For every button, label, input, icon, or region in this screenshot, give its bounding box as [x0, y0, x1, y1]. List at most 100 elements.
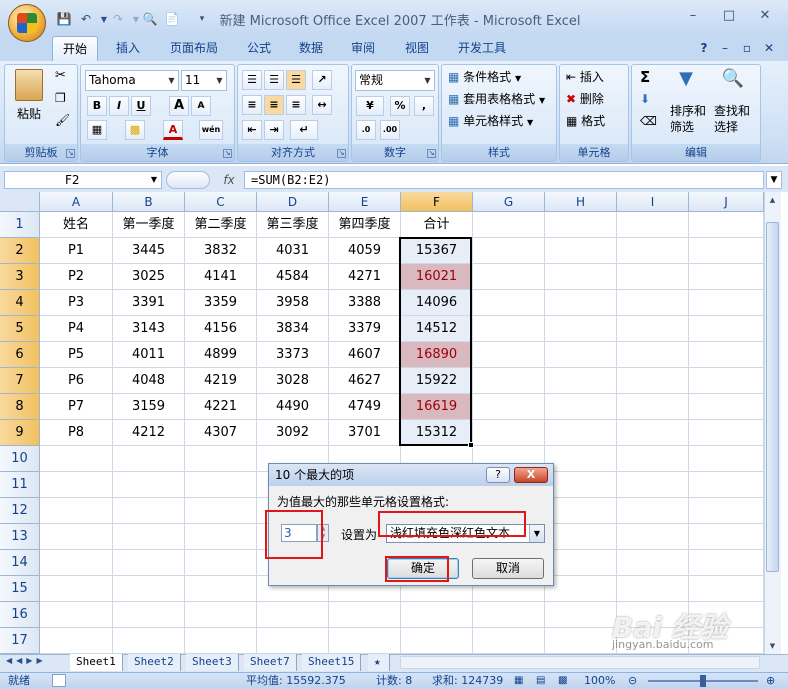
table-cell[interactable]: 14096: [401, 290, 473, 316]
row-header[interactable]: 11: [0, 472, 40, 498]
empty-cell[interactable]: [329, 602, 401, 628]
name-box[interactable]: F2 ▼: [4, 171, 162, 189]
table-cell[interactable]: 3701: [329, 420, 401, 446]
format-painter-icon[interactable]: 🖌: [55, 111, 70, 129]
ribbon-minimize-icon[interactable]: –: [716, 36, 734, 62]
empty-cell[interactable]: [40, 628, 113, 654]
undo-icon[interactable]: ↶: [78, 12, 94, 27]
empty-cell[interactable]: [185, 446, 257, 472]
table-cell[interactable]: 4059: [329, 238, 401, 264]
empty-cell[interactable]: [545, 420, 617, 446]
table-cell[interactable]: 3391: [113, 290, 185, 316]
empty-cell[interactable]: [689, 238, 764, 264]
expand-formula-icon[interactable]: ▼: [766, 171, 782, 189]
empty-cell[interactable]: [689, 342, 764, 368]
scroll-down-icon[interactable]: ▼: [766, 640, 779, 652]
table-cell[interactable]: 4584: [257, 264, 329, 290]
table-cell[interactable]: 4627: [329, 368, 401, 394]
wrap-text-icon[interactable]: ↵: [290, 120, 318, 140]
column-header[interactable]: C: [185, 192, 257, 212]
empty-cell[interactable]: [401, 628, 473, 654]
dialog-close-button[interactable]: X: [514, 467, 548, 483]
empty-cell[interactable]: [689, 550, 764, 576]
table-cell[interactable]: 4031: [257, 238, 329, 264]
column-header[interactable]: E: [329, 192, 401, 212]
empty-cell[interactable]: [545, 264, 617, 290]
empty-cell[interactable]: [473, 602, 545, 628]
empty-cell[interactable]: [473, 264, 545, 290]
empty-cell[interactable]: [689, 420, 764, 446]
chevron-down-icon[interactable]: ▼: [529, 525, 544, 542]
empty-cell[interactable]: [473, 368, 545, 394]
empty-cell[interactable]: [40, 576, 113, 602]
fill-icon[interactable]: ⬇: [640, 90, 650, 108]
row-header[interactable]: 15: [0, 576, 40, 602]
phonetic-button[interactable]: wén: [199, 120, 223, 140]
tab-data[interactable]: 数据: [288, 36, 334, 62]
empty-cell[interactable]: [617, 238, 689, 264]
table-cell[interactable]: 3028: [257, 368, 329, 394]
ribbon-close-icon[interactable]: ✕: [760, 36, 778, 62]
empty-cell[interactable]: [40, 602, 113, 628]
minimize-icon[interactable]: –: [684, 8, 702, 24]
empty-cell[interactable]: [113, 602, 185, 628]
table-cell[interactable]: 姓名: [40, 212, 113, 238]
chevron-down-icon[interactable]: ▼: [151, 172, 157, 188]
row-header[interactable]: 16: [0, 602, 40, 628]
empty-cell[interactable]: [617, 342, 689, 368]
tab-home[interactable]: 开始: [52, 36, 98, 62]
empty-cell[interactable]: [617, 446, 689, 472]
save-icon[interactable]: 💾: [56, 12, 72, 27]
orientation-icon[interactable]: ↗: [312, 70, 332, 90]
row-header[interactable]: 8: [0, 394, 40, 420]
clear-icon[interactable]: ⌫: [640, 112, 657, 130]
decrease-indent-icon[interactable]: ⇤: [242, 120, 262, 140]
empty-cell[interactable]: [689, 264, 764, 290]
empty-cell[interactable]: [113, 472, 185, 498]
paste-icon[interactable]: [15, 69, 43, 101]
empty-cell[interactable]: [689, 524, 764, 550]
font-color-button[interactable]: A: [163, 120, 183, 140]
vertical-scroll-thumb[interactable]: [766, 222, 779, 572]
autosum-button[interactable]: Σ: [640, 68, 650, 86]
tab-insert[interactable]: 插入: [104, 36, 152, 62]
empty-cell[interactable]: [545, 498, 617, 524]
table-cell[interactable]: 14512: [401, 316, 473, 342]
table-cell[interactable]: 4219: [185, 368, 257, 394]
empty-cell[interactable]: [329, 628, 401, 654]
tab-formulas[interactable]: 公式: [236, 36, 282, 62]
align-bottom-icon[interactable]: ☰: [286, 70, 306, 90]
table-cell[interactable]: 16890: [401, 342, 473, 368]
column-header[interactable]: A: [40, 192, 113, 212]
find-select-button[interactable]: 查找和 选择: [714, 103, 750, 135]
empty-cell[interactable]: [545, 212, 617, 238]
empty-cell[interactable]: [40, 472, 113, 498]
spin-up-icon[interactable]: ▲: [318, 525, 328, 533]
table-cell[interactable]: 4490: [257, 394, 329, 420]
table-cell[interactable]: P4: [40, 316, 113, 342]
sort-filter-icon[interactable]: ▼: [674, 68, 698, 90]
table-cell[interactable]: P7: [40, 394, 113, 420]
empty-cell[interactable]: [113, 498, 185, 524]
empty-cell[interactable]: [113, 550, 185, 576]
row-header[interactable]: 14: [0, 550, 40, 576]
column-header[interactable]: F: [401, 192, 473, 212]
align-center-icon[interactable]: ≡: [264, 95, 284, 115]
table-cell[interactable]: 16021: [401, 264, 473, 290]
table-cell[interactable]: P3: [40, 290, 113, 316]
table-cell[interactable]: 3379: [329, 316, 401, 342]
sheet-tab[interactable]: Sheet7: [244, 654, 297, 671]
empty-cell[interactable]: [185, 524, 257, 550]
new-doc-icon[interactable]: 📄: [164, 12, 180, 27]
shrink-font-button[interactable]: A: [191, 96, 211, 116]
row-header[interactable]: 13: [0, 524, 40, 550]
font-launcher-icon[interactable]: ↘: [223, 149, 232, 158]
empty-cell[interactable]: [689, 498, 764, 524]
normal-view-icon[interactable]: ▦: [514, 673, 523, 689]
conditional-format-button[interactable]: ▦ 条件格式 ▼: [448, 68, 521, 88]
row-header[interactable]: 2: [0, 238, 40, 264]
row-header[interactable]: 3: [0, 264, 40, 290]
office-button[interactable]: [8, 4, 46, 42]
close-window-icon[interactable]: ✕: [756, 8, 774, 24]
underline-button[interactable]: U: [131, 96, 151, 116]
